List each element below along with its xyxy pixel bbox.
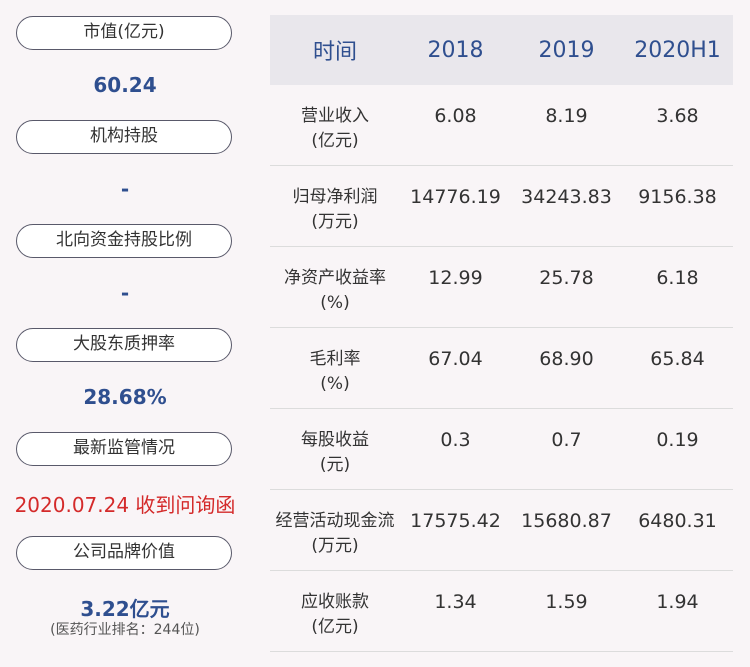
brand-value: 3.22亿元 <box>80 597 170 621</box>
cell: 8.19 <box>545 105 588 127</box>
cell: 0.7 <box>551 429 582 451</box>
cell: 68.90 <box>539 348 594 370</box>
market-cap-value: 60.24 <box>93 73 157 97</box>
brand-rank-note: (医药行业排名：244位) <box>50 622 200 638</box>
cell: 1.94 <box>656 591 699 613</box>
regulation-label: 最新监管情况 <box>16 432 232 466</box>
cell: 15680.87 <box>521 510 612 532</box>
cell: 0.19 <box>656 429 699 451</box>
table-row: 归母净利润 (万元) 14776.19 34243.83 9156.38 <box>270 166 733 247</box>
row-label: 净资产收益率 (%) <box>284 268 386 313</box>
northbound-ratio-label: 北向资金持股比例 <box>16 224 232 258</box>
cell: 67.04 <box>428 348 483 370</box>
header-time: 时间 <box>312 40 357 65</box>
table-header: 时间 2018 2019 2020H1 <box>270 15 733 85</box>
table-row: 毛利率 (%) 67.04 68.90 65.84 <box>270 328 733 409</box>
row-label: 毛利率 (%) <box>309 349 361 394</box>
cell: 34243.83 <box>521 186 612 208</box>
cell: 1.59 <box>545 591 588 613</box>
row-label: 营业收入 (亿元) <box>301 106 369 151</box>
regulation-value: 2020.07.24 收到问询函 <box>14 493 236 517</box>
table-row: 每股收益 (元) 0.3 0.7 0.19 <box>270 409 733 490</box>
financial-table: 时间 2018 2019 2020H1 营业收入 (亿元) 6.08 8.19 … <box>270 15 733 652</box>
row-label: 应收账款 (亿元) <box>301 592 369 637</box>
brand-value-label: 公司品牌价值 <box>16 536 232 570</box>
cell: 9156.38 <box>638 186 717 208</box>
cell: 6.18 <box>656 267 699 289</box>
northbound-ratio-value: - <box>120 281 130 305</box>
cell: 17575.42 <box>410 510 501 532</box>
header-2020h1: 2020H1 <box>634 37 721 63</box>
row-label: 每股收益 (元) <box>301 430 369 475</box>
table-row: 净资产收益率 (%) 12.99 25.78 6.18 <box>270 247 733 328</box>
cell: 25.78 <box>539 267 594 289</box>
cell: 14776.19 <box>410 186 501 208</box>
cell: 3.68 <box>656 105 699 127</box>
cell: 0.3 <box>440 429 471 451</box>
row-label: 归母净利润 (万元) <box>292 187 378 232</box>
header-2018: 2018 <box>427 37 484 63</box>
table-row: 经营活动现金流 (万元) 17575.42 15680.87 6480.31 <box>270 490 733 571</box>
cell: 1.34 <box>434 591 477 613</box>
cell: 65.84 <box>650 348 705 370</box>
institution-holding-value: - <box>120 177 130 201</box>
pledge-ratio-value: 28.68% <box>83 385 167 409</box>
row-label: 经营活动现金流 (万元) <box>275 511 395 556</box>
pledge-ratio-label: 大股东质押率 <box>16 328 232 362</box>
cell: 6480.31 <box>638 510 717 532</box>
cell: 12.99 <box>428 267 483 289</box>
institution-holding-label: 机构持股 <box>16 120 232 154</box>
left-panel: 市值(亿元) 60.24 机构持股 - 北向资金持股比例 - 大股东质押率 28… <box>0 0 250 667</box>
table-row: 应收账款 (亿元) 1.34 1.59 1.94 <box>270 571 733 652</box>
header-2019: 2019 <box>538 37 595 63</box>
market-cap-label: 市值(亿元) <box>16 16 232 50</box>
cell: 6.08 <box>434 105 477 127</box>
table-row: 营业收入 (亿元) 6.08 8.19 3.68 <box>270 85 733 166</box>
